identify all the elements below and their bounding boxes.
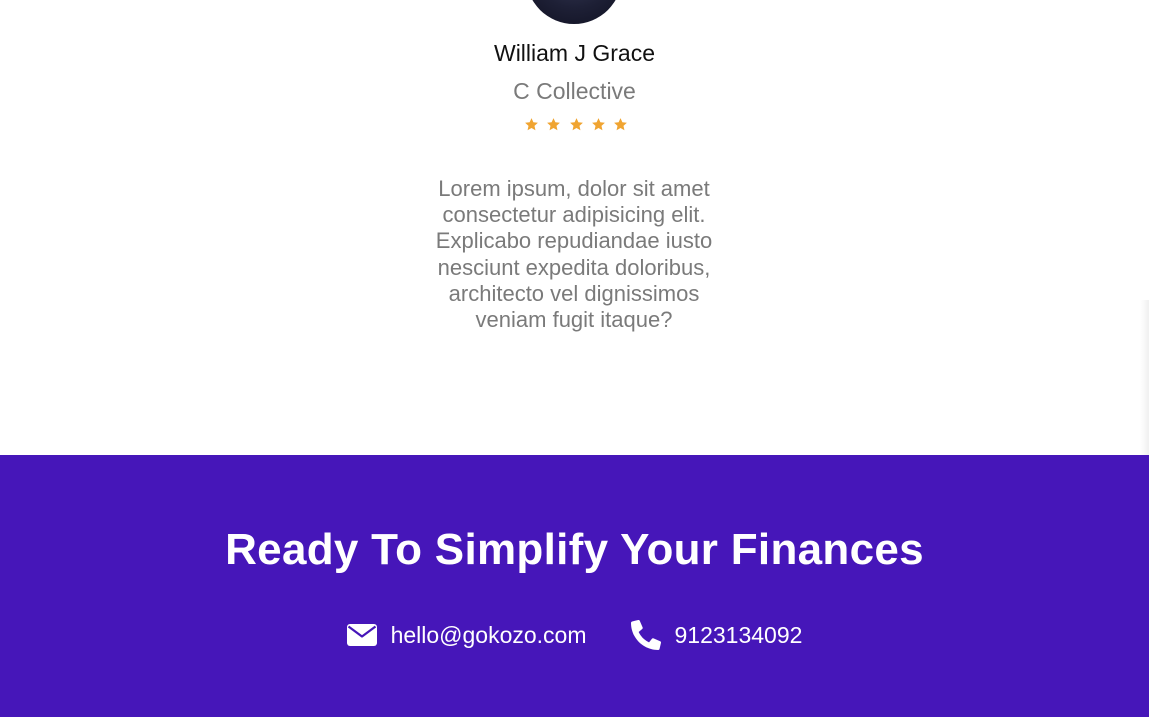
email-text: hello@gokozo.com	[390, 621, 587, 648]
star-icon	[524, 117, 539, 132]
star-rating	[524, 114, 628, 134]
avatar	[526, 0, 622, 24]
email-link[interactable]: hello@gokozo.com	[346, 621, 587, 649]
cta-section: Ready To Simplify Your Finances hello@go…	[0, 455, 1149, 717]
reviewer-company: C Collective	[513, 78, 636, 104]
star-icon	[613, 117, 628, 132]
contact-row: hello@gokozo.com 9123134092	[0, 615, 1149, 655]
carousel-edge-shadow	[1140, 300, 1149, 455]
star-icon	[546, 117, 561, 132]
cta-title: Ready To Simplify Your Finances	[225, 525, 924, 574]
envelope-icon	[346, 624, 377, 646]
reviewer-name: William J Grace	[493, 40, 655, 66]
phone-link[interactable]: 9123134092	[630, 620, 803, 650]
phone-icon	[630, 620, 661, 650]
star-icon	[569, 117, 584, 132]
phone-text: 9123134092	[674, 621, 803, 648]
testimonial-card: William J Grace C Collective Lorem ipsum…	[0, 0, 1149, 455]
testimonial-quote: Lorem ipsum, dolor sit amet consectetur …	[435, 176, 713, 333]
star-icon	[591, 117, 606, 132]
